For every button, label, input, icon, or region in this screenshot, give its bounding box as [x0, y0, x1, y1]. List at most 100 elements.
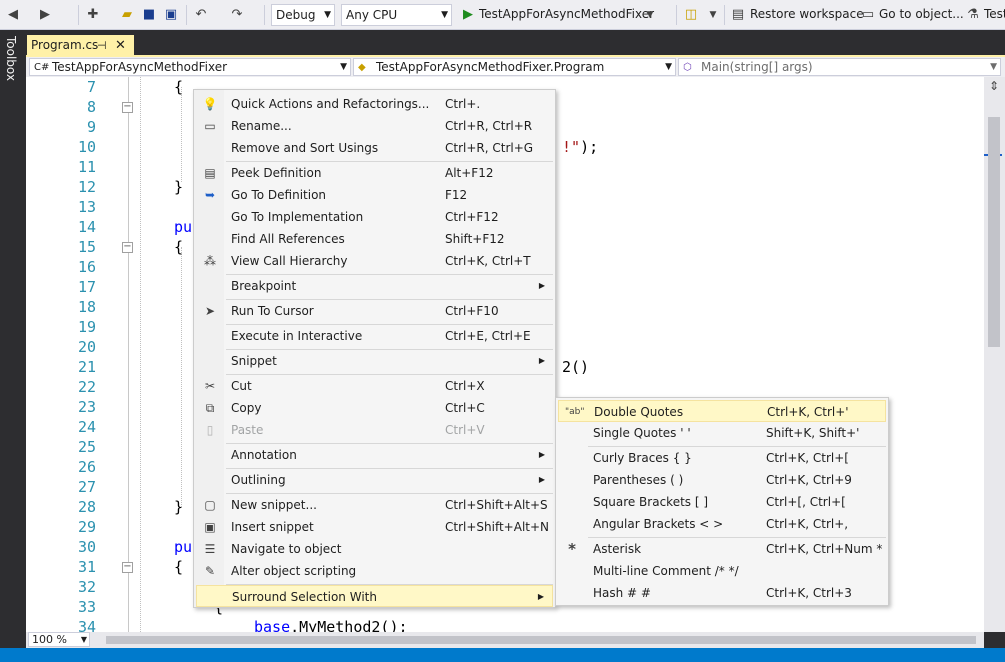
menu-item-snippet[interactable]: Snippet ▶ [196, 350, 553, 372]
submenu-item-angular-brackets[interactable]: Angular Brackets < > Ctrl+K, Ctrl+, [558, 513, 886, 535]
back-icon[interactable]: ◀ [4, 6, 22, 24]
menu-item-find-all-references[interactable]: Find All References Shift+F12 [196, 228, 553, 250]
rename-icon: ▭ [204, 119, 216, 133]
script-icon: ✎ [204, 564, 216, 578]
menu-item-go-to-implementation[interactable]: Go To Implementation Ctrl+F12 [196, 206, 553, 228]
chevron-down-icon: ▼ [665, 62, 672, 72]
collapse-toggle[interactable]: − [122, 562, 133, 573]
overflow-icon[interactable]: ▼ [704, 6, 722, 24]
forward-icon[interactable]: ▶ [36, 6, 54, 24]
scroll-thumb[interactable] [988, 117, 1000, 347]
menu-item-remove-sort-usings[interactable]: Remove and Sort Usings Ctrl+R, Ctrl+G [196, 137, 553, 159]
code-line-21: 2() [562, 358, 590, 376]
line-number: 30 [77, 538, 96, 556]
test-menu[interactable]: Test [984, 7, 1005, 21]
menu-item-quick-actions[interactable]: 💡 Quick Actions and Refactorings... Ctrl… [196, 93, 553, 115]
line-number: 33 [77, 598, 96, 616]
menu-item-insert-snippet[interactable]: ▣ Insert snippet Ctrl+Shift+Alt+N [196, 516, 553, 538]
chevron-right-icon: ▶ [538, 281, 545, 290]
code-line-14: pu [174, 218, 193, 236]
menu-item-outlining[interactable]: Outlining ▶ [196, 469, 553, 491]
submenu-item-asterisk[interactable]: * Asterisk Ctrl+K, Ctrl+Num * [558, 538, 886, 560]
code-line-15: { [174, 238, 184, 256]
menu-item-cut[interactable]: ✂ Cut Ctrl+X [196, 375, 553, 397]
line-number: 16 [77, 258, 96, 276]
go-to-object-icon: ▭ [861, 7, 875, 22]
line-number: 31 [77, 558, 96, 576]
save-icon[interactable]: ■ [140, 6, 158, 24]
configuration-select[interactable]: Debug ▼ [271, 4, 335, 26]
line-number: 19 [77, 318, 96, 336]
open-folder-icon[interactable]: ▰ [118, 6, 136, 24]
submenu-item-single-quotes[interactable]: Single Quotes ' ' Shift+K, Shift+' [558, 422, 886, 444]
save-all-icon[interactable]: ▣ [162, 6, 180, 24]
redo-icon[interactable]: ↷ [228, 6, 246, 24]
menu-item-go-to-definition[interactable]: ➥ Go To Definition F12 [196, 184, 553, 206]
chevron-right-icon: ▶ [538, 475, 545, 484]
menu-item-copy[interactable]: ⧉ Copy Ctrl+C [196, 397, 553, 419]
chevron-down-icon: ▼ [990, 62, 997, 72]
object-browser-icon[interactable]: ◫ [682, 6, 700, 24]
member-select[interactable]: ⬡ Main(string[] args) ▼ [678, 58, 1001, 76]
code-line-7: { [174, 78, 184, 96]
horizontal-scrollbar[interactable]: 100 % ▼ [26, 632, 984, 648]
menu-item-alter-object-scripting[interactable]: ✎ Alter object scripting [196, 560, 553, 582]
line-numbers: 7 8 9 10 11 12 13 14 15 16 17 18 19 20 21 22 23 24 25 26 27 2… [26, 77, 96, 632]
menu-item-rename[interactable]: ▭ Rename... Ctrl+R, Ctrl+R [196, 115, 553, 137]
zoom-select[interactable]: 100 % ▼ [28, 632, 90, 647]
main-toolbar: ◀ ▶ ✚ ▰ ■ ▣ ↶ ↷ Debug ▼ Any CPU ▼ ▶ TestAp… [0, 0, 1005, 30]
code-line-10: !"); [562, 138, 599, 156]
chevron-right-icon: ▶ [538, 356, 545, 365]
code-line-31: { [174, 558, 184, 576]
vertical-scrollbar[interactable]: ⇕ [984, 77, 1005, 632]
toolbox-strip [0, 30, 26, 662]
tab-program-cs[interactable]: Program.cs ⊣ ✕ [27, 35, 134, 56]
restore-workspace-button[interactable]: Restore workspace [750, 7, 864, 21]
menu-item-breakpoint[interactable]: Breakpoint ▶ [196, 275, 553, 297]
submenu-item-parentheses[interactable]: Parentheses ( ) Ctrl+K, Ctrl+9 [558, 469, 886, 491]
submenu-item-square-brackets[interactable]: Square Brackets [ ] Ctrl+[, Ctrl+[ [558, 491, 886, 513]
line-number: 22 [77, 378, 96, 396]
undo-icon[interactable]: ↶ [192, 6, 210, 24]
call-hierarchy-icon: ⁂ [204, 254, 216, 268]
pin-icon[interactable]: ⊣ [97, 35, 107, 56]
submenu-item-hash[interactable]: Hash # # Ctrl+K, Ctrl+3 [558, 582, 886, 604]
project-select[interactable]: C# TestAppForAsyncMethodFixer ▼ [29, 58, 351, 76]
line-number: 27 [77, 478, 96, 496]
toolbox-tab[interactable]: Toolbox [4, 36, 18, 81]
menu-item-execute-interactive[interactable]: Execute in Interactive Ctrl+E, Ctrl+E [196, 325, 553, 347]
menu-item-peek-definition[interactable]: ▤ Peek Definition Alt+F12 [196, 162, 553, 184]
new-project-icon[interactable]: ✚ [84, 6, 102, 24]
menu-item-run-to-cursor[interactable]: ➤ Run To Cursor Ctrl+F10 [196, 300, 553, 322]
start-button[interactable]: TestAppForAsyncMethodFixer [479, 7, 654, 21]
line-number: 20 [77, 338, 96, 356]
surround-submenu: "ab" Double Quotes Ctrl+K, Ctrl+' Single… [555, 397, 889, 606]
class-select[interactable]: ◆ TestAppForAsyncMethodFixer.Program ▼ [353, 58, 676, 76]
code-line-28: } [174, 498, 184, 516]
menu-item-navigate-to-object[interactable]: ☰ Navigate to object [196, 538, 553, 560]
document-tab-bar: Program.cs ⊣ ✕ [26, 30, 1005, 56]
platform-select[interactable]: Any CPU ▼ [341, 4, 452, 26]
line-number: 18 [77, 298, 96, 316]
menu-item-paste[interactable]: ▯ Paste Ctrl+V [196, 419, 553, 441]
play-icon[interactable]: ▶ [459, 6, 477, 24]
submenu-item-multiline-comment[interactable]: Multi-line Comment /* */ [558, 560, 886, 582]
chevron-right-icon: ▶ [537, 592, 544, 601]
csharp-icon: C# [34, 62, 50, 73]
collapse-toggle[interactable]: − [122, 242, 133, 253]
close-icon[interactable]: ✕ [115, 35, 126, 56]
menu-item-new-snippet[interactable]: ▢ New snippet... Ctrl+Shift+Alt+S [196, 494, 553, 516]
copy-icon: ⧉ [205, 401, 215, 415]
scissors-icon: ✂ [204, 379, 216, 393]
menu-item-view-call-hierarchy[interactable]: ⁂ View Call Hierarchy Ctrl+K, Ctrl+T [196, 250, 553, 272]
go-to-object-button[interactable]: Go to object... [879, 7, 964, 21]
collapse-toggle[interactable]: − [122, 102, 133, 113]
menu-item-annotation[interactable]: Annotation ▶ [196, 444, 553, 466]
submenu-item-curly-braces[interactable]: Curly Braces { } Ctrl+K, Ctrl+[ [558, 447, 886, 469]
scroll-thumb[interactable] [106, 636, 976, 644]
split-icon[interactable]: ⇕ [986, 79, 1002, 95]
submenu-item-double-quotes[interactable]: "ab" Double Quotes Ctrl+K, Ctrl+' [558, 400, 886, 422]
menu-item-surround-selection-with[interactable]: Surround Selection With ▶ [196, 585, 553, 607]
chevron-down-icon[interactable]: ▼ [641, 6, 659, 24]
navigation-bar: C# TestAppForAsyncMethodFixer ▼ ◆ TestAp… [26, 57, 1005, 77]
